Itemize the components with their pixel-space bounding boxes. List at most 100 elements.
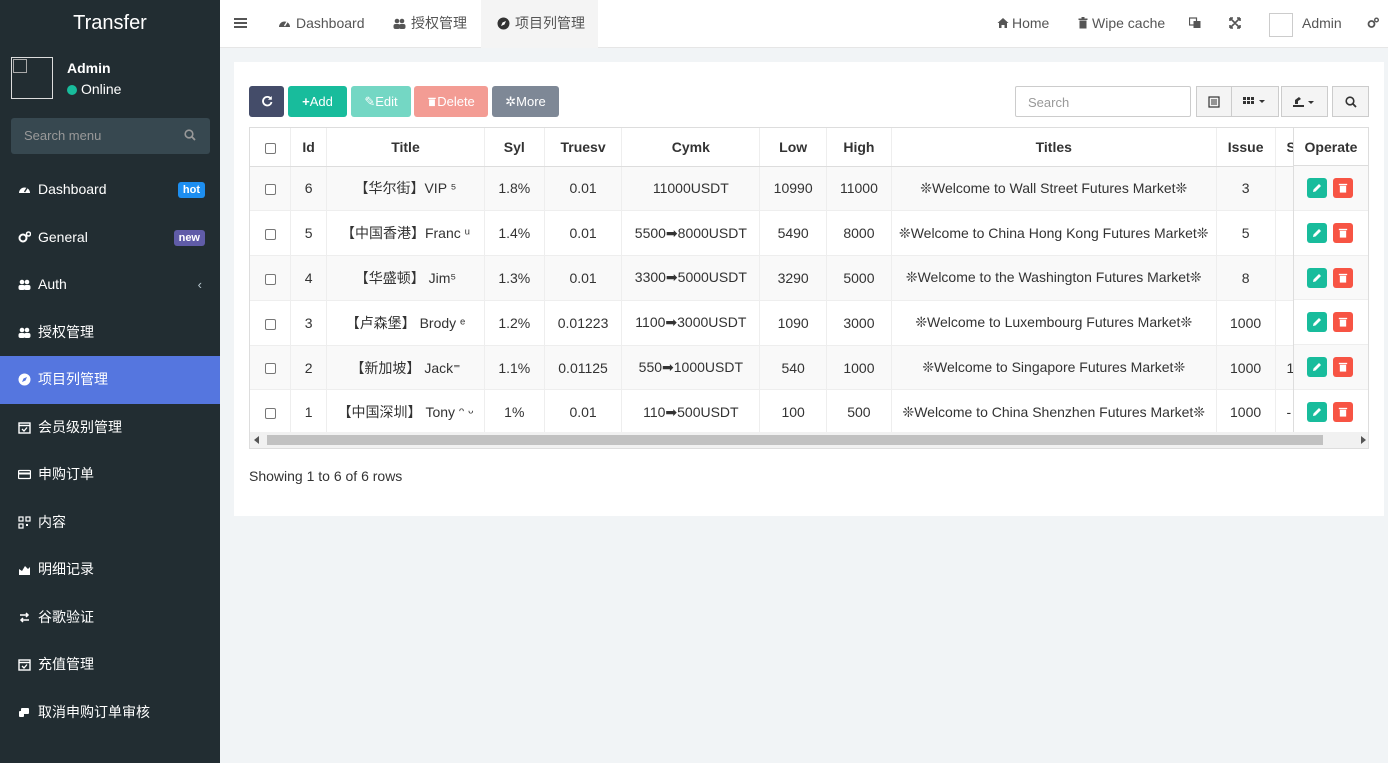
brand-logo[interactable]: Transfer (0, 0, 220, 48)
wipe-cache-button[interactable]: Wipe cache (1077, 0, 1165, 48)
trash-icon (1338, 363, 1348, 372)
content-panel: +Add ✎Edit Delete ✲More Search Id Title … (234, 62, 1384, 516)
col-title[interactable]: Title (326, 128, 485, 167)
row-delete-button[interactable] (1333, 178, 1353, 198)
language-button[interactable] (1189, 0, 1204, 48)
row-edit-button[interactable] (1307, 267, 1327, 288)
users-icon (18, 327, 31, 338)
pagination-summary: Showing 1 to 6 of 6 rows (249, 468, 403, 484)
sidebar-item-content[interactable]: 内容 (0, 499, 220, 547)
row-checkbox[interactable] (264, 228, 276, 240)
top-header: Dashboard 授权管理 项目列管理 Home Wipe cache Adm… (220, 0, 1388, 48)
compass-icon (497, 17, 510, 30)
sidebar-item-detail-records[interactable]: 明细记录 (0, 546, 220, 594)
sidebar-item-member-level[interactable]: 会员级别管理 (0, 404, 220, 452)
sidebar-item-general[interactable]: General new (0, 214, 220, 262)
tab-authorization[interactable]: 授权管理 (393, 0, 467, 48)
hot-badge: hot (177, 182, 205, 198)
row-checkbox[interactable] (264, 408, 276, 420)
row-edit-button[interactable] (1307, 222, 1327, 243)
columns-icon (1243, 96, 1265, 104)
col-cymk[interactable]: Cymk (621, 128, 761, 167)
sidebar-item-cancel-review[interactable]: 取消申购订单审核 (0, 689, 220, 737)
sidebar-item-authorization[interactable]: 授权管理 (0, 309, 220, 357)
row-delete-button[interactable] (1333, 357, 1353, 378)
refresh-button[interactable] (249, 86, 284, 117)
sidebar-item-google-auth[interactable]: 谷歌验证 (0, 594, 220, 642)
trash-icon (1338, 273, 1348, 283)
row-checkbox[interactable] (264, 273, 276, 285)
trash-icon (1338, 318, 1348, 327)
row-checkbox[interactable] (264, 363, 276, 375)
delete-button[interactable]: Delete (414, 86, 488, 117)
pencil-icon (1313, 407, 1321, 416)
tab-project-list[interactable]: 项目列管理 (481, 0, 598, 48)
col-truesv[interactable]: Truesv (544, 128, 623, 167)
row-edit-button[interactable] (1307, 401, 1327, 422)
pencil-icon (1313, 318, 1321, 327)
col-high[interactable]: High (826, 128, 892, 167)
table-row[interactable]: 3 【卢森堡】 Brody ᵉ 1.2% 0.01223 1100➡3000US… (250, 300, 1368, 346)
fullscreen-button[interactable] (1229, 0, 1244, 48)
col-id[interactable]: Id (290, 128, 328, 167)
pencil-icon (1313, 184, 1321, 192)
online-dot-icon (67, 85, 77, 95)
more-button[interactable]: ✲More (492, 86, 559, 117)
operate-cell (1294, 255, 1368, 301)
table-row[interactable]: 6 【华尔街】VIP ⁵ 1.8% 0.01 11000USDT 10990 1… (250, 166, 1368, 212)
tab-dashboard[interactable]: Dashboard (278, 0, 365, 48)
table-row[interactable]: 4 【华盛顿】 Jim⁵ 1.3% 0.01 3300➡5000USDT 329… (250, 255, 1368, 301)
sidebar-item-purchase-orders[interactable]: 申购订单 (0, 451, 220, 499)
sidebar-item-project-list[interactable]: 项目列管理 (0, 356, 220, 404)
sidebar-search-input[interactable]: Search menu (11, 118, 210, 154)
col-issue[interactable]: Issue (1216, 128, 1276, 167)
table-row[interactable]: 2 【新加坡】 Jack⁼ 1.1% 0.01125 550➡1000USDT … (250, 345, 1368, 391)
toggle-view-button[interactable] (1196, 86, 1232, 117)
list-view-icon (1208, 95, 1220, 108)
add-button[interactable]: +Add (288, 86, 347, 117)
area-chart-icon (19, 566, 30, 575)
calendar-check-icon (18, 659, 31, 671)
horizontal-scrollbar[interactable] (250, 432, 1368, 448)
row-checkbox[interactable] (264, 184, 276, 196)
edit-button[interactable]: ✎Edit (351, 86, 411, 117)
col-low[interactable]: Low (759, 128, 828, 167)
new-badge: new (173, 229, 205, 246)
sidebar-item-dashboard[interactable]: Dashboard hot (0, 166, 220, 214)
export-dropdown-button[interactable] (1281, 86, 1328, 117)
table-search-input[interactable]: Search (1015, 86, 1191, 117)
row-delete-button[interactable] (1333, 401, 1353, 422)
table-row[interactable]: 5 【中国香港】Franc ᵘ 1.4% 0.01 5500➡8000USDT … (250, 210, 1368, 257)
header-avatar[interactable] (1269, 13, 1293, 37)
scroll-right-arrow-icon[interactable] (1360, 436, 1366, 444)
row-delete-button[interactable] (1333, 312, 1353, 333)
operate-column: Operate (1293, 128, 1368, 435)
row-checkbox[interactable] (264, 318, 276, 330)
search-icon[interactable] (184, 129, 196, 141)
sidebar-search-placeholder: Search menu (24, 128, 102, 143)
user-status: Online (67, 81, 121, 97)
admin-menu[interactable]: Admin (1302, 0, 1342, 48)
row-edit-button[interactable] (1307, 357, 1327, 378)
row-delete-button[interactable] (1333, 222, 1353, 243)
columns-dropdown-button[interactable] (1231, 86, 1279, 117)
sidebar-item-auth[interactable]: Auth ‹ (0, 261, 220, 309)
sidebar-item-recharge[interactable]: 充值管理 (0, 641, 220, 689)
row-edit-button[interactable] (1307, 312, 1327, 333)
scrollbar-thumb[interactable] (267, 435, 1323, 445)
row-delete-button[interactable] (1333, 267, 1353, 288)
table-row[interactable]: 1 【中国深圳】 Tony ᵔ ᵕ 1% 0.01 110➡500USDT 10… (250, 389, 1368, 436)
operate-cell (1294, 166, 1368, 211)
hamburger-menu-icon[interactable] (234, 17, 247, 29)
settings-button[interactable] (1367, 0, 1382, 48)
col-syl[interactable]: Syl (484, 128, 545, 167)
credit-card-icon (18, 469, 31, 480)
scroll-left-arrow-icon[interactable] (254, 436, 260, 444)
row-edit-button[interactable] (1307, 178, 1327, 198)
select-all-checkbox[interactable] (250, 128, 292, 167)
home-icon (997, 18, 1009, 28)
search-button[interactable] (1332, 86, 1369, 117)
col-titles[interactable]: Titles (891, 128, 1217, 167)
pencil-icon (1313, 273, 1321, 282)
home-link[interactable]: Home (997, 0, 1049, 48)
